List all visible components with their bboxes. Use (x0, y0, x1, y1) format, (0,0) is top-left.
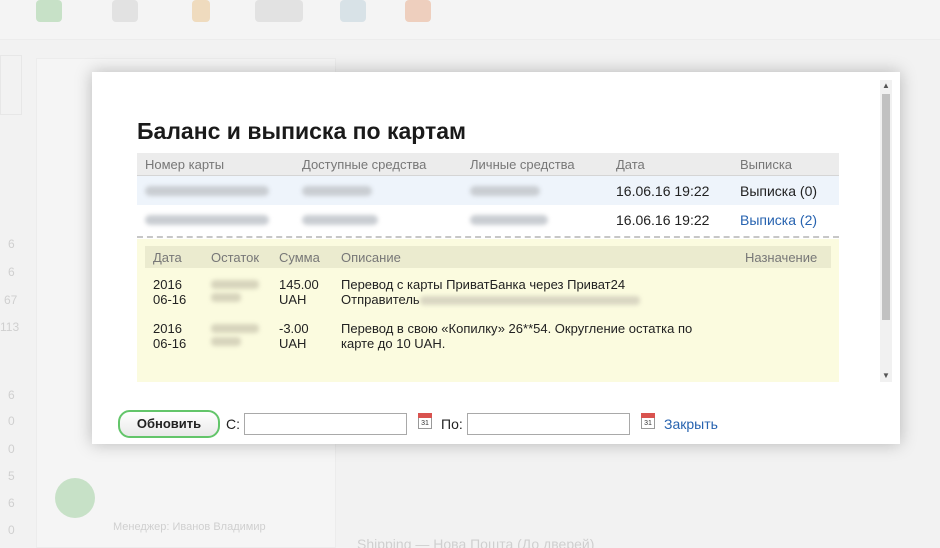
date-to-input[interactable] (467, 413, 630, 435)
balance-modal: ▲ ▼ Баланс и выписка по картам Номер кар… (92, 72, 900, 444)
table-row: 2016 06-16 -3.00 UAH Перевод в свою «Коп… (145, 321, 831, 357)
background-number: 6 (8, 265, 15, 279)
header-card-number: Номер карты (145, 157, 225, 172)
available-funds-redacted (302, 183, 372, 199)
header-purpose: Назначение (745, 250, 818, 265)
description-line: Перевод с карты ПриватБанка через Приват… (341, 277, 626, 292)
header-amount: Сумма (279, 250, 320, 265)
background-number: 5 (8, 469, 15, 483)
statement-date: 2016 06-16 (153, 321, 186, 351)
date-line: 2016 (153, 277, 182, 292)
statement-description: Перевод с карты ПриватБанка через Приват… (341, 277, 640, 307)
background-number: 0 (8, 442, 15, 456)
scroll-down-arrow-icon[interactable]: ▼ (880, 370, 892, 382)
calendar-day-label: 31 (644, 420, 652, 427)
background-number: 0 (8, 414, 15, 428)
header-own-funds: Личные средства (470, 157, 575, 172)
statement-amount: 145.00 UAH (279, 277, 319, 307)
card-date: 16.06.16 19:22 (616, 212, 710, 228)
statement-date: 2016 06-16 (153, 277, 186, 307)
header-date: Дата (153, 250, 182, 265)
to-label: По: (441, 416, 463, 432)
calendar-day-label: 31 (421, 420, 429, 427)
table-row: 16.06.16 19:22 Выписка (2) (137, 205, 839, 234)
header-date: Дата (616, 157, 645, 172)
background-app-icon (36, 0, 62, 22)
modal-scrollbar[interactable]: ▲ ▼ (880, 80, 892, 382)
statement-link[interactable]: Выписка (0) (740, 183, 817, 199)
background-toolbar (0, 0, 940, 40)
amount-currency: UAH (279, 336, 307, 351)
modal-title: Баланс и выписка по картам (137, 118, 467, 144)
close-link[interactable]: Закрыть (664, 416, 718, 432)
header-statement: Выписка (740, 157, 793, 172)
card-number-redacted (145, 212, 269, 228)
calendar-icon[interactable]: 31 (641, 413, 655, 429)
card-date: 16.06.16 19:22 (616, 183, 710, 199)
available-funds-redacted (302, 212, 378, 228)
header-balance: Остаток (211, 250, 260, 265)
sender-label: Отправитель (341, 292, 420, 307)
scrollbar-thumb[interactable] (882, 94, 890, 320)
balance-redacted (211, 277, 259, 306)
cards-table: Номер карты Доступные средства Личные ср… (137, 153, 839, 234)
table-row: 2016 06-16 145.00 UAH Перевод с карты Пр… (145, 277, 831, 313)
balance-redacted (211, 321, 259, 350)
amount-value: 145.00 (279, 277, 319, 292)
background-side-tab (0, 55, 22, 115)
amount-value: -3.00 (279, 321, 309, 336)
card-number-redacted (145, 183, 269, 199)
background-number: 113 (0, 320, 20, 334)
background-number: 6 (8, 388, 15, 402)
background-app-icon (405, 0, 431, 22)
background-app-icon (255, 0, 303, 22)
background-app-icon (112, 0, 138, 22)
header-description: Описание (341, 250, 401, 265)
background-number: 6 (8, 496, 15, 510)
background-app-icon (192, 0, 210, 22)
statement-amount: -3.00 UAH (279, 321, 309, 351)
scroll-up-arrow-icon[interactable]: ▲ (880, 80, 892, 92)
refresh-button[interactable]: Обновить (118, 410, 220, 438)
dashed-divider (137, 236, 839, 238)
from-label: С: (226, 416, 240, 432)
amount-currency: UAH (279, 292, 307, 307)
date-line: 06-16 (153, 292, 187, 307)
description-line: Отправитель (341, 292, 640, 307)
date-from-input[interactable] (244, 413, 407, 435)
description-line: карте до 10 UAH. (341, 336, 446, 351)
background-number: 6 (8, 237, 15, 251)
own-funds-redacted (470, 183, 540, 199)
statement-controls: Обновить С: 31 По: 31 Закрыть (118, 410, 818, 440)
statement-description: Перевод в свою «Копилку» 26**54. Округле… (341, 321, 692, 351)
statement-panel: Дата Остаток Сумма Описание Назначение 2… (137, 239, 839, 382)
own-funds-redacted (470, 212, 548, 228)
background-avatar (55, 478, 95, 518)
statement-link[interactable]: Выписка (2) (740, 212, 817, 228)
sender-redacted (419, 296, 640, 306)
header-available-funds: Доступные средства (302, 157, 427, 172)
background-shipping: Shipping — Нова Пошта (До дверей) (357, 536, 595, 548)
date-line: 06-16 (153, 336, 187, 351)
calendar-icon[interactable]: 31 (418, 413, 432, 429)
background-manager: Менеджер: Иванов Владимир (113, 521, 266, 533)
table-row: 16.06.16 19:22 Выписка (0) (137, 176, 839, 205)
date-line: 2016 (153, 321, 182, 336)
background-number: 0 (8, 523, 15, 537)
statement-table-header: Дата Остаток Сумма Описание Назначение (145, 246, 831, 268)
cards-table-header: Номер карты Доступные средства Личные ср… (137, 153, 839, 176)
description-line: Перевод в свою «Копилку» 26**54. Округле… (341, 321, 693, 336)
background-app-icon (340, 0, 366, 22)
background-number: 67 (4, 293, 18, 307)
